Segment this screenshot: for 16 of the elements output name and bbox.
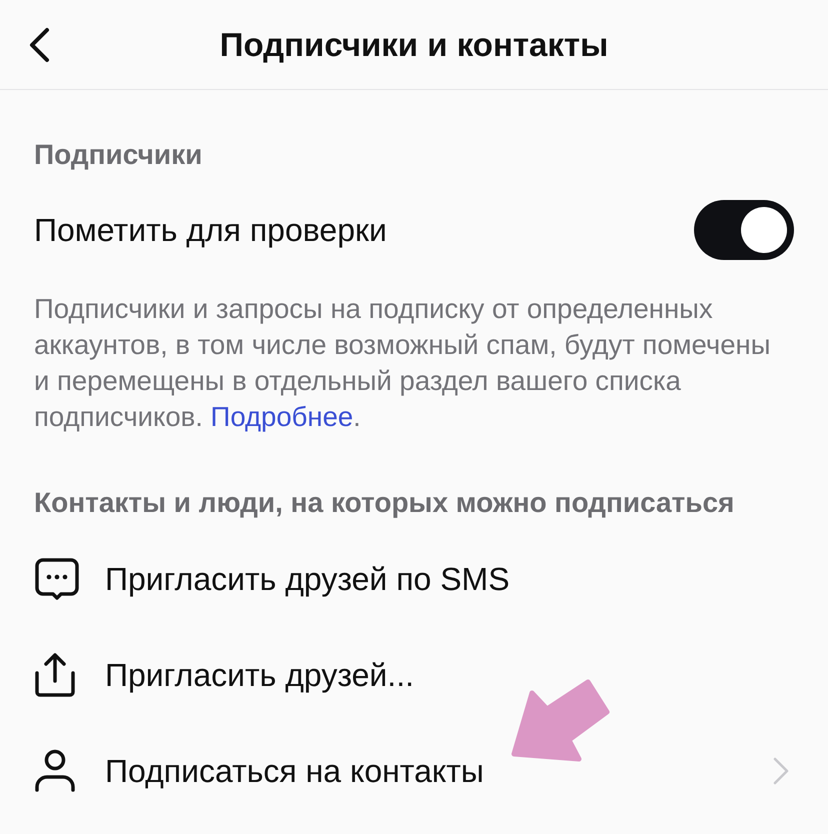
learn-more-link[interactable]: Подробнее xyxy=(210,401,354,432)
section-heading: Контакты и люди, на которых можно подписаться xyxy=(34,486,736,520)
toggle-label: Пометить для проверки xyxy=(34,211,387,249)
message-bubble-icon xyxy=(34,556,80,602)
menu-item[interactable]: Пригласить друзей... xyxy=(34,627,794,723)
description-text: Подписчики и запросы на подписку от определенных аккаунтов, в том числе возможный спам, будут помечены и перемещены в отдельный раздел вашего списка подписчиков. Подробнее. xyxy=(34,292,772,434)
menu-item[interactable]: Пригласить друзей по SMS xyxy=(34,531,794,627)
menu-item[interactable]: Подписаться на контакты xyxy=(34,723,794,819)
menu-item-label: Пригласить друзей... xyxy=(105,656,415,694)
menu-item-label: Подписаться на контакты xyxy=(105,752,485,790)
back-chevron-icon xyxy=(27,26,51,62)
menu-item-label: Пригласить друзей по SMS xyxy=(105,560,511,598)
section-heading: Подписчики xyxy=(34,138,204,172)
share-icon xyxy=(34,652,76,698)
screen-title: Подписчики и контакты xyxy=(218,24,610,64)
person-icon xyxy=(34,749,76,793)
